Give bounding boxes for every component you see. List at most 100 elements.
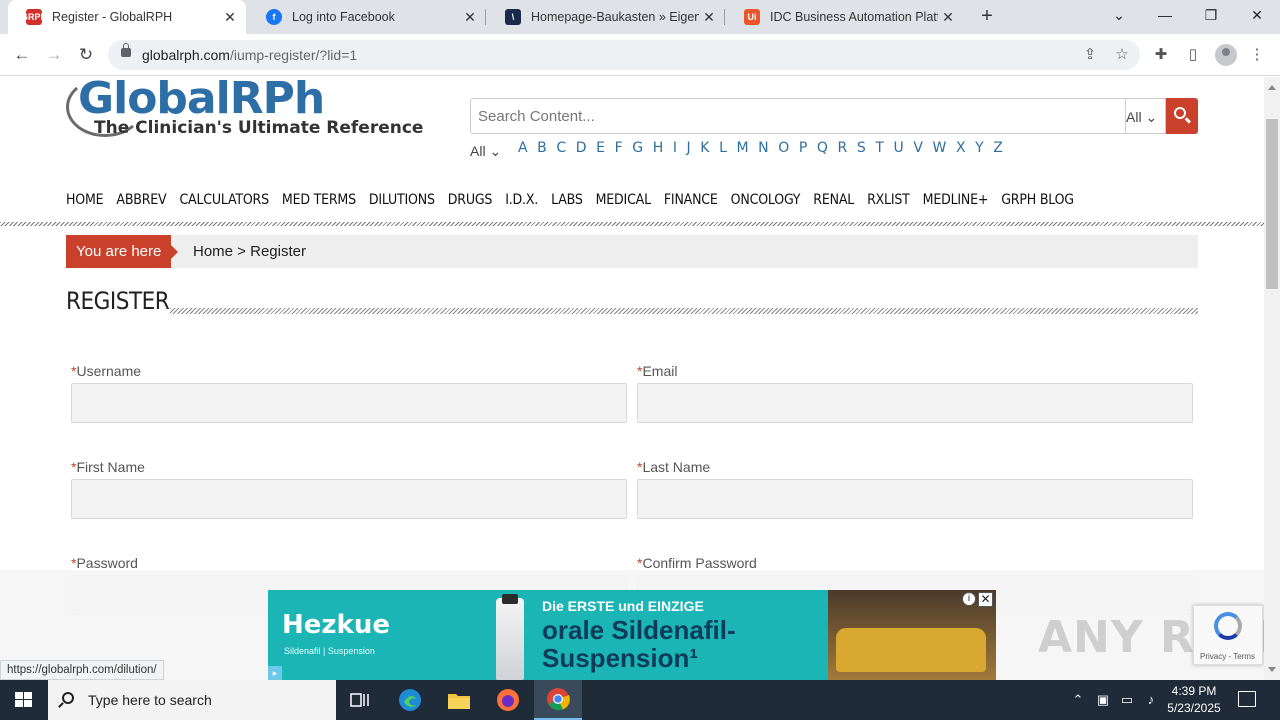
edge-taskbar-button[interactable] <box>386 680 434 720</box>
close-tab-icon[interactable]: ✕ <box>699 9 719 26</box>
nav-item-renal[interactable]: RENAL <box>813 192 854 208</box>
taskbar-search-box[interactable]: Type here to search <box>48 680 336 720</box>
search-scope-select[interactable]: All ⌄ <box>1124 98 1166 134</box>
alpha-letter-l[interactable]: L <box>719 140 727 156</box>
tab-title: IDC Business Automation Platfor… <box>770 10 938 24</box>
ad-banner[interactable]: Hezkue Sildenafil | Suspension Die ERSTE… <box>268 590 996 680</box>
email-field[interactable] <box>637 383 1193 423</box>
last-name-field[interactable] <box>637 479 1193 519</box>
alpha-letter-y[interactable]: Y <box>975 140 984 156</box>
nav-item-med-terms[interactable]: MED TERMS <box>282 192 356 208</box>
alpha-letter-o[interactable]: O <box>778 140 789 156</box>
alpha-letter-r[interactable]: R <box>838 140 848 156</box>
site-logo[interactable]: GlobalRPh The Clinician's Ultimate Refer… <box>66 77 423 143</box>
page-scrollbar[interactable] <box>1264 77 1280 680</box>
tab-search-button[interactable]: ⌄ <box>1096 0 1142 30</box>
chrome-taskbar-button[interactable] <box>534 680 582 720</box>
alpha-letter-s[interactable]: S <box>857 140 866 156</box>
restore-button[interactable]: ❐ <box>1188 0 1234 30</box>
nav-item-home[interactable]: HOME <box>66 192 104 208</box>
alpha-letter-z[interactable]: Z <box>993 140 1003 156</box>
bookmark-star-icon[interactable]: ☆ <box>1112 46 1132 64</box>
volume-icon[interactable]: ♪ <box>1142 691 1160 709</box>
ad-choices-icon[interactable]: ▸ <box>268 666 282 680</box>
nav-item-dilutions[interactable]: DILUTIONS <box>369 192 435 208</box>
alpha-letter-i[interactable]: I <box>673 140 677 156</box>
new-tab-button[interactable]: + <box>976 5 998 27</box>
alpha-letter-a[interactable]: A <box>518 140 528 156</box>
close-window-button[interactable]: ✕ <box>1234 0 1280 30</box>
alpha-letter-q[interactable]: Q <box>817 140 828 156</box>
alpha-letter-b[interactable]: B <box>537 140 547 156</box>
extensions-icon[interactable]: ✚ <box>1150 45 1172 65</box>
side-panel-icon[interactable]: ▯ <box>1182 45 1204 65</box>
close-tab-icon[interactable]: ✕ <box>460 9 480 26</box>
address-bar[interactable]: globalrph.com/iump-register/?lid=1 ⇪ ☆ <box>108 40 1140 70</box>
taskbar-search-placeholder: Type here to search <box>88 692 212 708</box>
nav-item-labs[interactable]: LABS <box>551 192 583 208</box>
nav-item-medical[interactable]: MEDICAL <box>596 192 651 208</box>
alpha-letter-u[interactable]: U <box>894 140 904 156</box>
alpha-letter-m[interactable]: M <box>736 140 748 156</box>
minimize-button[interactable]: — <box>1142 0 1188 30</box>
ad-close-button[interactable]: ✕ <box>978 592 993 607</box>
alpha-letter-f[interactable]: F <box>615 140 623 156</box>
tab-homepage-baukasten[interactable]: \ Homepage-Baukasten » Eigene … ✕ <box>487 0 725 34</box>
close-tab-icon[interactable]: ✕ <box>220 9 240 26</box>
recaptcha-links[interactable]: Privacy - Terms <box>1200 652 1255 661</box>
profile-avatar-icon[interactable] <box>1215 44 1237 66</box>
breadcrumb-trail[interactable]: Home > Register <box>193 243 306 260</box>
scroll-down-arrow-icon[interactable] <box>1268 667 1276 672</box>
task-view-button[interactable] <box>336 680 384 720</box>
nav-item-abbrev[interactable]: ABBREV <box>116 192 166 208</box>
nav-item-i-d-x[interactable]: I.D.X. <box>505 192 538 208</box>
file-explorer-taskbar-button[interactable] <box>435 680 483 720</box>
back-button[interactable]: ← <box>9 43 35 67</box>
ad-subheadline: orale Sildenafil- Suspension¹ <box>542 615 736 673</box>
nav-item-calculators[interactable]: CALCULATORS <box>179 192 269 208</box>
nav-item-oncology[interactable]: ONCOLOGY <box>731 192 801 208</box>
notification-center-icon[interactable] <box>1238 691 1256 707</box>
alpha-letter-k[interactable]: K <box>700 140 709 156</box>
alpha-letter-h[interactable]: H <box>653 140 664 156</box>
alpha-letter-t[interactable]: T <box>875 140 884 156</box>
tray-device-icon[interactable]: ▣ <box>1094 691 1112 709</box>
tab-register-globalrph[interactable]: GRPH Register - GlobalRPH ✕ <box>8 0 246 34</box>
taskbar-clock[interactable]: 4:39 PM 5/23/2025 <box>1160 683 1228 717</box>
network-icon[interactable]: ▭ <box>1118 691 1136 709</box>
reload-button[interactable]: ↻ <box>73 43 99 67</box>
nav-item-rxlist[interactable]: RXLIST <box>867 192 910 208</box>
alpha-letter-x[interactable]: X <box>956 140 966 156</box>
first-name-field[interactable] <box>71 479 627 519</box>
tab-facebook[interactable]: f Log into Facebook ✕ <box>248 0 486 34</box>
close-tab-icon[interactable]: ✕ <box>938 9 958 26</box>
scroll-thumb[interactable] <box>1266 119 1278 289</box>
forward-button[interactable]: → <box>41 43 67 67</box>
firefox-taskbar-button[interactable] <box>484 680 532 720</box>
alpha-letter-e[interactable]: E <box>596 140 605 156</box>
site-search-input[interactable]: Search Content... <box>470 98 1126 134</box>
alpha-letter-d[interactable]: D <box>576 140 587 156</box>
nav-item-drugs[interactable]: DRUGS <box>448 192 493 208</box>
menu-kebab-icon[interactable]: ⋮ <box>1246 45 1268 65</box>
ad-info-icon[interactable]: i <box>962 592 976 606</box>
tab-idc-automation[interactable]: Ui IDC Business Automation Platfor… ✕ <box>726 0 964 34</box>
alpha-letter-j[interactable]: J <box>687 140 691 156</box>
search-submit-button[interactable] <box>1166 98 1198 134</box>
nav-item-finance[interactable]: FINANCE <box>664 192 718 208</box>
alpha-letter-v[interactable]: V <box>913 140 923 156</box>
alpha-letter-w[interactable]: W <box>933 140 947 156</box>
alpha-letter-g[interactable]: G <box>632 140 643 156</box>
nav-item-medline[interactable]: MEDLINE+ <box>923 192 989 208</box>
alpha-filter-all[interactable]: All ⌄ <box>470 143 501 160</box>
nav-item-grph-blog[interactable]: GRPH BLOG <box>1001 192 1074 208</box>
start-button[interactable] <box>0 680 48 720</box>
alpha-letter-p[interactable]: P <box>799 140 807 156</box>
alpha-letter-c[interactable]: C <box>556 140 566 156</box>
tray-overflow-chevron-icon[interactable]: ⌃ <box>1069 691 1087 709</box>
scroll-up-arrow-icon[interactable] <box>1268 85 1276 90</box>
alpha-letter-n[interactable]: N <box>758 140 768 156</box>
recaptcha-badge[interactable]: Privacy - Terms <box>1193 605 1263 665</box>
share-icon[interactable]: ⇪ <box>1080 46 1100 64</box>
username-field[interactable] <box>71 383 627 423</box>
